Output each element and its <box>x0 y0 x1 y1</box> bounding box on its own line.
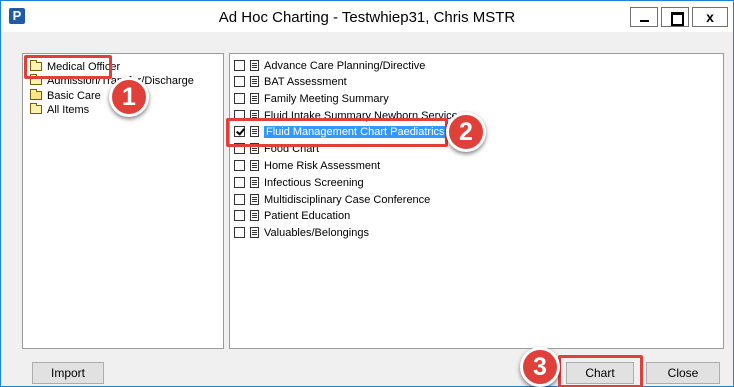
form-item[interactable]: Home Risk Assessment <box>234 160 380 175</box>
document-icon <box>250 210 259 221</box>
document-icon <box>250 76 259 87</box>
form-checkbox[interactable] <box>234 76 245 87</box>
title-bar: P Ad Hoc Charting - Testwhiep31, Chris M… <box>1 1 733 32</box>
form-item[interactable]: Family Meeting Summary <box>234 93 389 108</box>
form-label: Family Meeting Summary <box>264 93 389 105</box>
close-button[interactable]: Close <box>646 362 720 384</box>
document-icon <box>250 177 259 188</box>
form-checkbox[interactable] <box>234 177 245 188</box>
ad-hoc-charting-window: P Ad Hoc Charting - Testwhiep31, Chris M… <box>0 0 734 387</box>
minimize-button[interactable] <box>630 7 658 27</box>
form-label: Advance Care Planning/Directive <box>264 60 426 72</box>
form-item[interactable]: Advance Care Planning/Directive <box>234 60 425 75</box>
form-checkbox[interactable] <box>234 93 245 104</box>
step2-highlight <box>226 118 448 147</box>
document-icon <box>250 227 259 238</box>
form-checkbox[interactable] <box>234 194 245 205</box>
window-title: Ad Hoc Charting - Testwhiep31, Chris MST… <box>218 9 516 26</box>
step3-badge: 3 <box>520 347 560 387</box>
folder-basic-care[interactable]: Basic Care <box>30 89 101 104</box>
form-list[interactable]: Advance Care Planning/Directive BAT Asse… <box>229 53 724 349</box>
document-icon <box>250 60 259 71</box>
window-close-button[interactable] <box>692 7 728 27</box>
form-label: Valuables/Belongings <box>264 227 369 239</box>
form-checkbox[interactable] <box>234 227 245 238</box>
folder-label: Basic Care <box>47 90 101 102</box>
form-item[interactable]: Infectious Screening <box>234 177 364 192</box>
form-label: Infectious Screening <box>264 177 364 189</box>
step3-highlight <box>558 355 643 387</box>
form-label: BAT Assessment <box>264 76 347 88</box>
form-item[interactable]: Multidisciplinary Case Conference <box>234 194 430 209</box>
document-icon <box>250 93 259 104</box>
step1-badge: 1 <box>109 77 149 117</box>
form-label: Multidisciplinary Case Conference <box>264 194 431 206</box>
document-icon <box>250 160 259 171</box>
form-label: Patient Education <box>264 210 351 222</box>
form-item[interactable]: BAT Assessment <box>234 76 347 91</box>
form-item[interactable]: Valuables/Belongings <box>234 227 369 242</box>
form-item[interactable]: Patient Education <box>234 210 350 225</box>
form-checkbox[interactable] <box>234 160 245 171</box>
step2-badge: 2 <box>446 112 486 152</box>
form-checkbox[interactable] <box>234 210 245 221</box>
form-label: Home Risk Assessment <box>264 160 381 172</box>
maximize-button[interactable] <box>661 7 689 27</box>
step1-highlight <box>24 55 112 79</box>
folder-label: All Items <box>47 104 90 116</box>
folder-icon <box>30 103 42 114</box>
folder-all-items[interactable]: All Items <box>30 103 90 118</box>
form-checkbox[interactable] <box>234 60 245 71</box>
folder-open-icon <box>30 89 42 100</box>
document-icon <box>250 194 259 205</box>
dialog-body: Medical Officer Admission/Transfer/Disch… <box>1 32 733 386</box>
import-button[interactable]: Import <box>32 362 104 384</box>
